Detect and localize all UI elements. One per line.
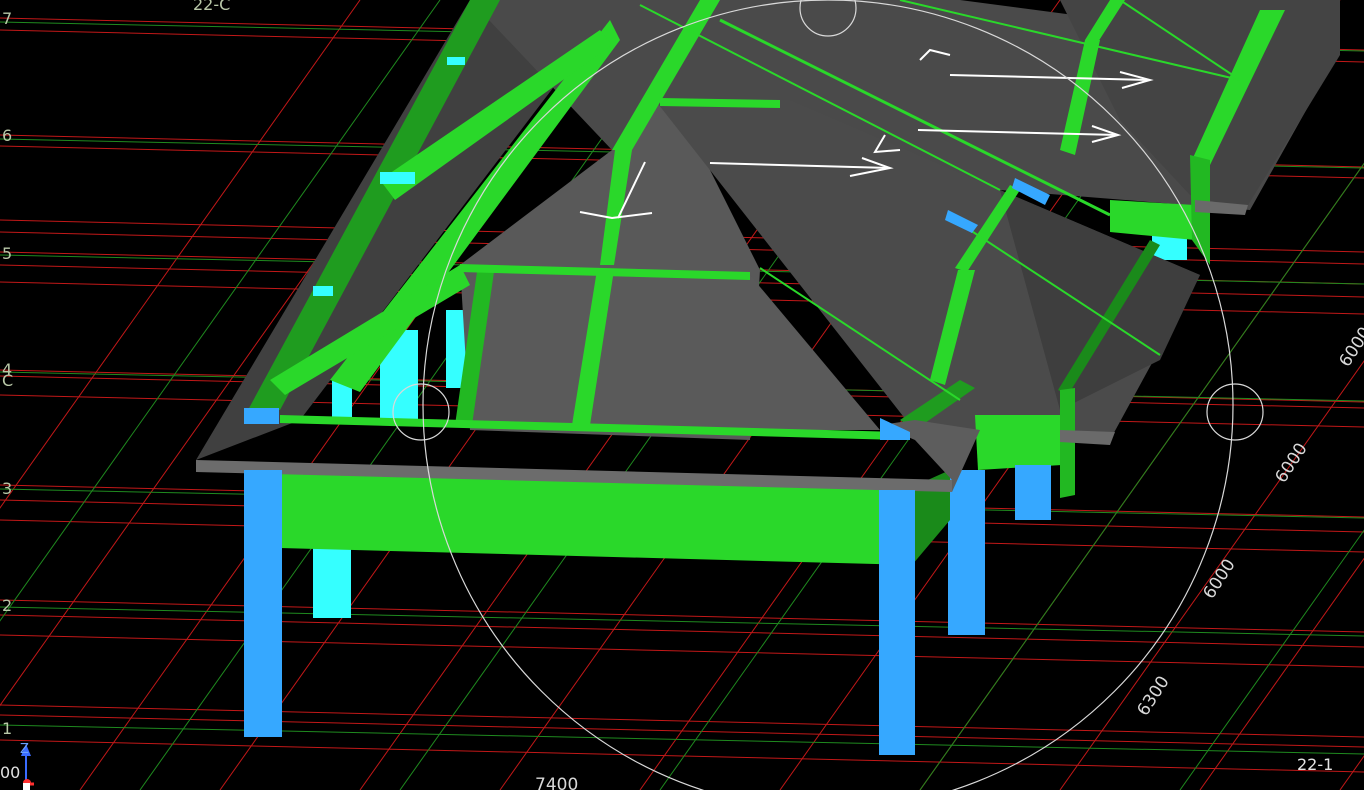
column-cap[interactable] [380,172,415,184]
grid-label-axis: 22-C [193,0,231,14]
model-scene[interactable]: 6000 6000 6000 6300 7400 Z [0,0,1364,790]
grid-label-axis: 22-1 [1297,755,1334,774]
dimension-label: 6000 [1271,440,1311,487]
dimension-label: 6000 [1335,324,1364,371]
grid-label-row: 2 [2,596,13,615]
grid-label-row: C [2,371,14,390]
grid-label-row: 7 [2,9,13,28]
grid-label-row: 1 [2,719,13,738]
grid-line [0,634,1364,668]
column[interactable] [244,470,282,737]
ring-beam[interactable] [1110,200,1195,240]
ring-beam[interactable] [1060,388,1075,498]
column[interactable] [313,540,351,618]
column[interactable] [879,490,915,755]
dimension-label: 6000 [1199,556,1239,603]
ring-beam[interactable] [975,415,1062,470]
grid-line [0,704,1364,738]
column[interactable] [1015,465,1051,520]
3d-viewport[interactable]: 6000 6000 6000 6300 7400 Z 7 6 5 4 C 3 2… [0,0,1364,790]
grid-label-row: 3 [2,479,13,498]
column-cap[interactable] [447,57,465,65]
grid-line [1339,755,1364,790]
column-cap[interactable] [313,286,333,296]
origin-readout: 00 [0,763,21,782]
dimension-label: 6300 [1133,673,1173,720]
orbit-handle[interactable] [1206,383,1264,441]
column[interactable] [948,470,985,635]
column-cap[interactable] [244,408,279,424]
grid-line [0,606,1364,637]
grid-label-row: 5 [2,244,13,263]
grid-line [0,599,1364,633]
axis-triad-icon: Z [20,742,34,790]
dimension-label: 7400 [535,775,578,790]
grid-line [0,724,1364,755]
axis-z-label: Z [20,742,29,757]
grid-line [0,614,1364,648]
grid-label-row: 6 [2,126,13,145]
grid-line [0,739,1364,773]
